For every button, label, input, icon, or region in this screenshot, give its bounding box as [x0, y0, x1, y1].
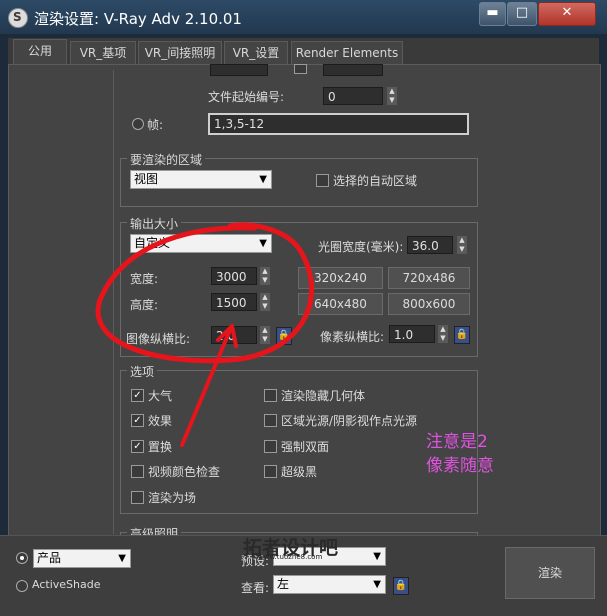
view-value: 左 [277, 577, 290, 591]
red-circle-mark [95, 222, 314, 364]
red-annotation-markup [95, 222, 314, 447]
product-radio[interactable] [16, 552, 28, 564]
watermark-url: www.tuozhe8.com [258, 553, 323, 561]
chevron-down-icon: ▼ [373, 579, 381, 590]
view-lock-icon[interactable]: 🔒 [393, 577, 409, 595]
activeshade-radio[interactable] [16, 580, 28, 592]
red-arrow-shaft [180, 328, 232, 447]
render-button[interactable]: 渲染 [505, 547, 595, 599]
chevron-down-icon: ▼ [373, 551, 381, 562]
product-dropdown[interactable]: 产品 ▼ [33, 549, 131, 568]
view-dropdown[interactable]: 左 ▼ [273, 575, 386, 594]
product-value: 产品 [37, 551, 62, 565]
view-label: 查看: [241, 581, 270, 595]
chevron-down-icon: ▼ [118, 553, 126, 564]
activeshade-label: ActiveShade [32, 578, 101, 591]
